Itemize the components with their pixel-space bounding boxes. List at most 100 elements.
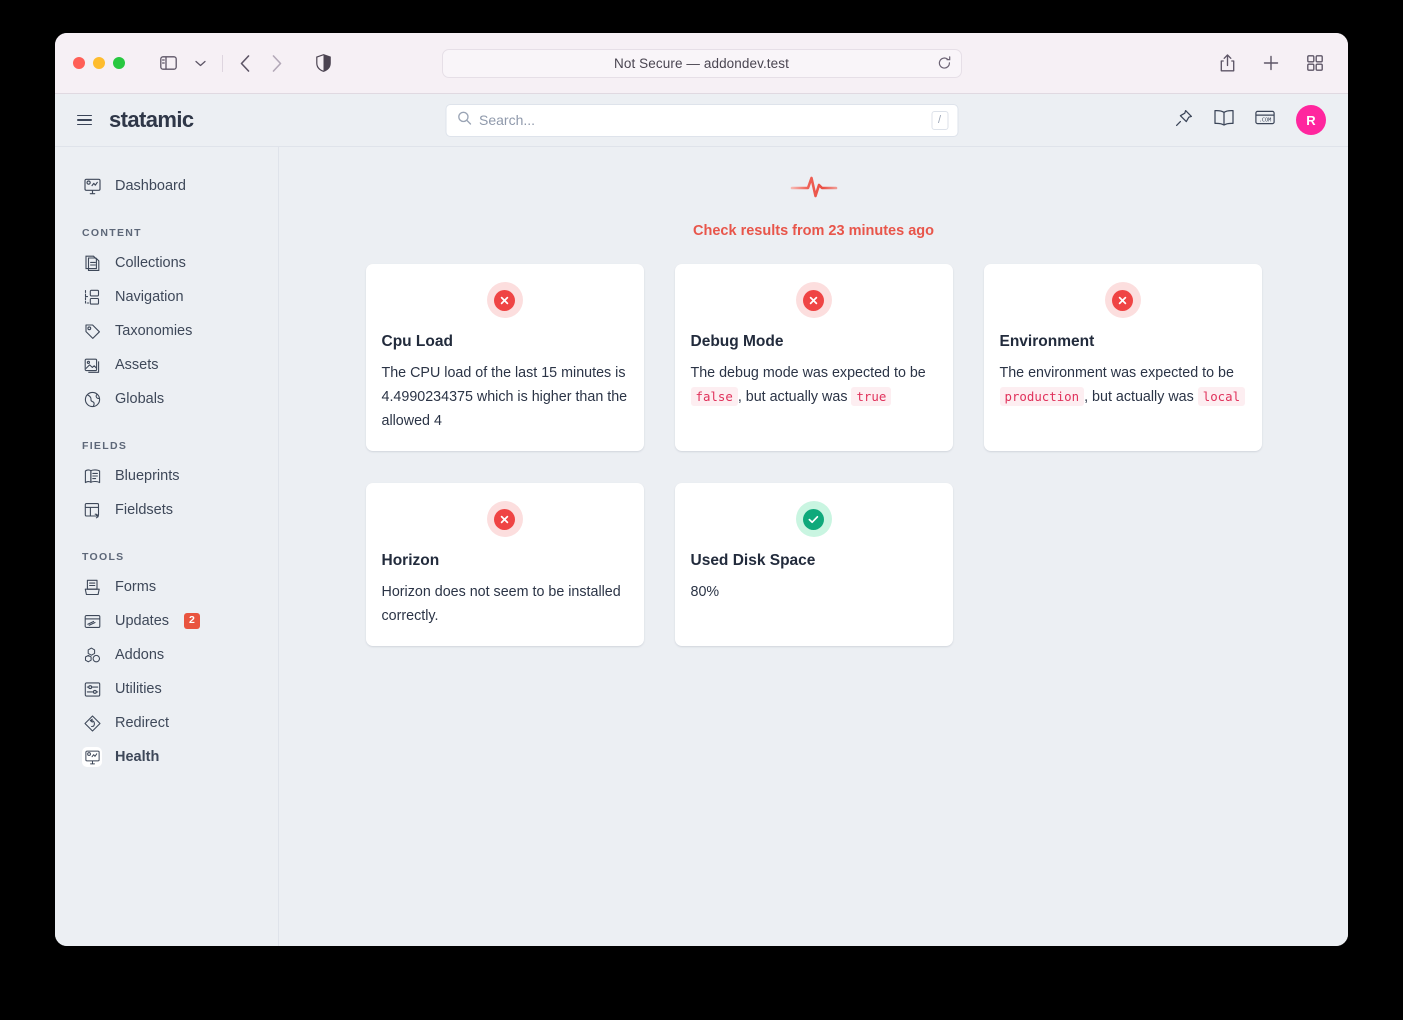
sidebar-item-label: Utilities bbox=[115, 681, 162, 697]
back-icon[interactable] bbox=[230, 49, 260, 77]
updates-badge: 2 bbox=[184, 612, 200, 630]
card-text-part: 80% bbox=[690, 584, 720, 601]
sidebar-item-utilities[interactable]: Utilities bbox=[55, 672, 278, 706]
taxonomies-icon bbox=[82, 321, 102, 341]
pin-icon[interactable] bbox=[1175, 109, 1193, 132]
sidebar-item-label: Taxonomies bbox=[115, 323, 193, 339]
card-text-part: The CPU load of the last 15 minutes is 4… bbox=[381, 365, 628, 430]
sidebar-item-label: Collections bbox=[115, 255, 186, 271]
address-bar[interactable]: Not Secure — addondev.test bbox=[441, 48, 962, 78]
error-x-icon bbox=[486, 501, 523, 538]
card-code-token: production bbox=[999, 387, 1085, 407]
sidebar-item-label: Dashboard bbox=[115, 178, 186, 194]
card-text-part: , but actually was bbox=[1084, 389, 1198, 406]
hamburger-menu-icon[interactable] bbox=[77, 114, 92, 126]
window-traffic-lights bbox=[73, 57, 125, 69]
search-placeholder: Search... bbox=[479, 112, 536, 128]
sidebar-item-blueprints[interactable]: Blueprints bbox=[55, 459, 278, 493]
heartbeat-icon bbox=[790, 174, 838, 205]
card-title: Used Disk Space bbox=[690, 552, 816, 570]
card-text-part: Horizon does not seem to be installed co… bbox=[381, 584, 621, 625]
sidebar-item-redirect[interactable]: Redirect bbox=[55, 706, 278, 740]
topbar-actions: .COM R bbox=[1175, 105, 1326, 135]
health-card: Horizon Horizon does not seem to be inst… bbox=[365, 483, 644, 647]
search-wrapper: Search... / bbox=[445, 103, 958, 137]
avatar[interactable]: R bbox=[1296, 105, 1326, 135]
collections-icon bbox=[82, 253, 102, 273]
app-body: Dashboard CONTENT Collections Navigation… bbox=[55, 147, 1348, 946]
error-x-icon bbox=[795, 282, 832, 318]
forward-icon[interactable] bbox=[262, 49, 292, 77]
search-icon bbox=[457, 111, 471, 130]
sidebar-item-forms[interactable]: Forms bbox=[55, 570, 278, 604]
sidebar-chevron-down-icon[interactable] bbox=[185, 49, 215, 77]
sidebar-item-fieldsets[interactable]: Fieldsets bbox=[55, 493, 278, 527]
statamic-app: statamic Search... / .COM R Dashboard CO… bbox=[55, 94, 1348, 946]
card-body: The CPU load of the last 15 minutes is 4… bbox=[382, 361, 628, 433]
sidebar-item-label: Globals bbox=[115, 391, 165, 407]
new-tab-icon[interactable] bbox=[1256, 49, 1286, 77]
browser-window: Not Secure — addondev.test statamic Sear… bbox=[55, 33, 1348, 946]
card-body: The environment was expected to be produ… bbox=[999, 361, 1246, 409]
brand-logo[interactable]: statamic bbox=[109, 107, 194, 133]
assets-icon bbox=[82, 355, 102, 375]
card-body: Horizon does not seem to be installed co… bbox=[382, 580, 628, 628]
sidebar-toggle-icon[interactable] bbox=[153, 49, 183, 77]
sidebar-item-taxonomies[interactable]: Taxonomies bbox=[55, 314, 278, 348]
health-icon bbox=[82, 747, 102, 767]
search-input[interactable]: Search... / bbox=[445, 103, 958, 137]
card-code-token: local bbox=[1197, 387, 1246, 407]
globals-icon bbox=[82, 389, 102, 409]
blueprints-icon bbox=[82, 466, 102, 486]
sidebar-item-label: Updates bbox=[115, 613, 170, 629]
sidebar-item-health[interactable]: Health bbox=[55, 740, 278, 774]
error-x-icon bbox=[486, 282, 523, 318]
pulse-wrapper bbox=[319, 174, 1308, 205]
card-code-token: false bbox=[690, 387, 738, 407]
maximize-window-button[interactable] bbox=[113, 57, 125, 69]
app-topbar: statamic Search... / .COM R bbox=[55, 94, 1348, 147]
browser-chrome: Not Secure — addondev.test bbox=[55, 33, 1348, 94]
sidebar-item-globals[interactable]: Globals bbox=[55, 382, 278, 416]
tab-overview-icon[interactable] bbox=[1300, 49, 1330, 77]
minimize-window-button[interactable] bbox=[93, 57, 105, 69]
card-body: The debug mode was expected to be false,… bbox=[690, 361, 937, 409]
com-icon[interactable]: .COM bbox=[1255, 109, 1275, 131]
navigation-icon bbox=[82, 287, 102, 307]
health-card: Debug Mode The debug mode was expected t… bbox=[674, 264, 953, 452]
card-title: Debug Mode bbox=[690, 333, 784, 350]
close-window-button[interactable] bbox=[73, 57, 85, 69]
sidebar-item-collections[interactable]: Collections bbox=[55, 246, 278, 280]
health-card: Cpu Load The CPU load of the last 15 min… bbox=[365, 264, 644, 452]
chrome-right-actions bbox=[1212, 49, 1330, 77]
share-icon[interactable] bbox=[1212, 49, 1242, 77]
forms-icon bbox=[82, 577, 102, 597]
sidebar-item-label: Addons bbox=[115, 647, 165, 663]
sidebar-item-label: Fieldsets bbox=[115, 502, 174, 518]
book-icon[interactable] bbox=[1214, 109, 1234, 131]
sidebar-item-assets[interactable]: Assets bbox=[55, 348, 278, 382]
reload-icon[interactable] bbox=[938, 56, 951, 70]
utilities-icon bbox=[82, 679, 102, 699]
card-title: Horizon bbox=[381, 552, 440, 570]
card-title: Cpu Load bbox=[381, 333, 453, 350]
sidebar-item-label: Forms bbox=[115, 579, 157, 595]
health-card: Environment The environment was expected… bbox=[983, 264, 1262, 452]
status-message: Check results from 23 minutes ago bbox=[693, 223, 934, 239]
fieldsets-icon bbox=[82, 500, 102, 520]
sidebar-item-updates[interactable]: Updates 2 bbox=[55, 604, 278, 638]
sidebar-item-label: Redirect bbox=[115, 715, 169, 731]
sidebar-item-navigation[interactable]: Navigation bbox=[55, 280, 278, 314]
privacy-shield-icon[interactable] bbox=[316, 54, 331, 72]
sidebar-section-fields-label: FIELDS bbox=[82, 440, 128, 452]
card-text-part: The debug mode was expected to be bbox=[690, 365, 926, 381]
chrome-divider bbox=[222, 54, 223, 72]
card-body: 80% bbox=[691, 580, 937, 604]
sidebar-section-content-label: CONTENT bbox=[82, 227, 142, 239]
sidebar-item-dashboard[interactable]: Dashboard bbox=[55, 169, 278, 203]
success-check-icon bbox=[795, 501, 832, 538]
card-text-part: The environment was expected to be bbox=[999, 365, 1234, 381]
sidebar-item-label: Assets bbox=[115, 357, 159, 373]
sidebar-item-addons[interactable]: Addons bbox=[55, 638, 278, 672]
card-title: Environment bbox=[999, 333, 1095, 350]
